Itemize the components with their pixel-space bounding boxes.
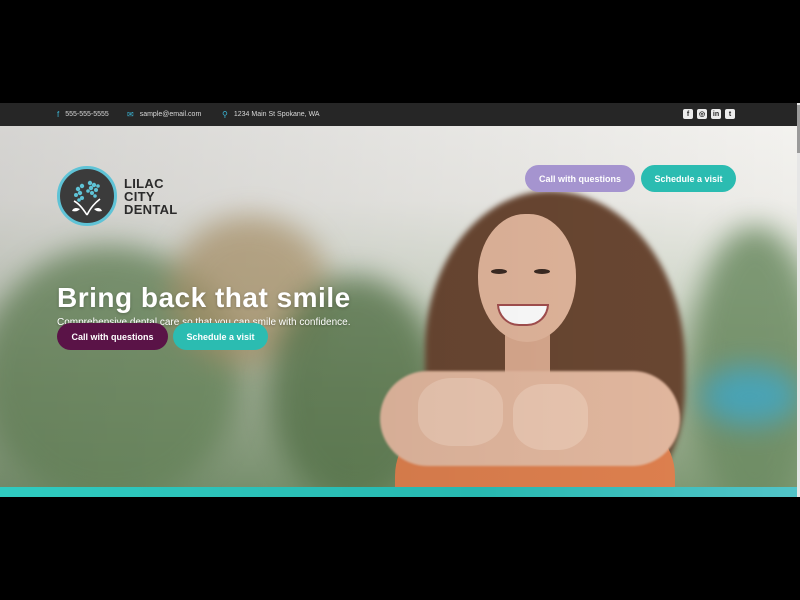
twitter-icon[interactable]: t <box>725 109 735 119</box>
website-page: f 555-555-5555 ✉ sample@email.com ⚲ 1234… <box>0 103 797 497</box>
header-call-button[interactable]: Call with questions <box>525 165 635 192</box>
instagram-icon[interactable]: ◎ <box>697 109 707 119</box>
hero-call-button[interactable]: Call with questions <box>57 323 168 350</box>
linkedin-icon[interactable]: in <box>711 109 721 119</box>
envelope-icon: ✉ <box>127 109 134 119</box>
top-contact-bar: f 555-555-5555 ✉ sample@email.com ⚲ 1234… <box>0 103 797 126</box>
logo-wordmark: LILAC CITY DENTAL <box>124 177 178 216</box>
logo-line: LILAC <box>124 175 164 191</box>
phone-number: 555-555-5555 <box>65 111 109 118</box>
logo-line: DENTAL <box>124 201 178 217</box>
lilac-flower-icon <box>57 166 117 226</box>
hero-headline: Bring back that smile <box>57 282 351 313</box>
hero-schedule-button[interactable]: Schedule a visit <box>173 323 268 350</box>
facebook-f-icon: f <box>57 109 60 119</box>
street-address: 1234 Main St Spokane, WA <box>233 111 320 118</box>
facebook-icon[interactable]: f <box>683 109 693 119</box>
hero-section: LILAC CITY DENTAL Call with questions Sc… <box>0 126 797 497</box>
map-pin-icon: ⚲ <box>222 109 228 119</box>
email-address: sample@email.com <box>139 111 202 118</box>
header-schedule-button[interactable]: Schedule a visit <box>641 165 736 192</box>
phone-contact[interactable]: f 555-555-5555 <box>57 103 109 126</box>
address-contact[interactable]: ⚲ 1234 Main St Spokane, WA <box>222 103 320 126</box>
logo-line: CITY <box>124 188 155 204</box>
site-logo[interactable]: LILAC CITY DENTAL <box>57 166 178 226</box>
social-links: f ◎ in t <box>683 109 735 119</box>
email-contact[interactable]: ✉ sample@email.com <box>127 103 201 126</box>
teal-accent-bar <box>0 487 797 497</box>
